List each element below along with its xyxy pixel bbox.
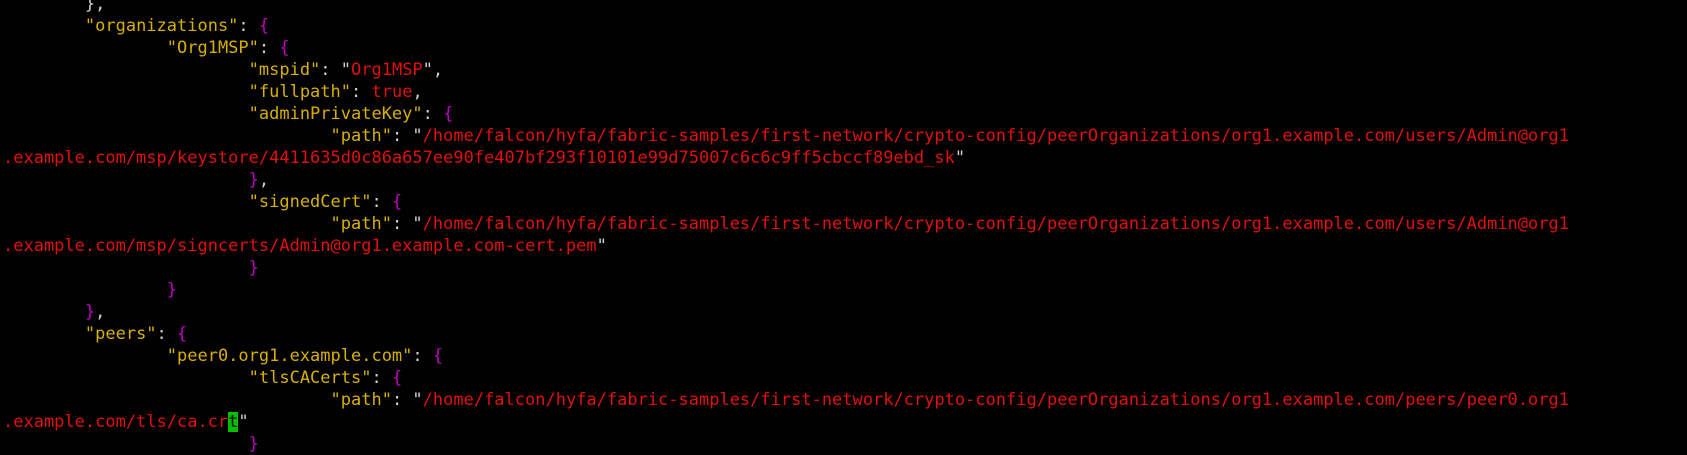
punctuation [3,346,167,366]
punctuation [3,170,249,190]
json-key: "organizations" [84,16,239,36]
json-key: "signedCert" [248,192,372,212]
string-value: /home/falcon/hyfa/fabric-samples/first-n… [422,126,1569,146]
punctuation [3,126,331,146]
punctuation: : " [320,60,352,80]
terminal-line: "path": "/home/falcon/hyfa/fabric-sample… [3,125,1687,147]
punctuation: : " [391,126,423,146]
terminal-line: } [3,279,1687,301]
text-cursor: t [228,412,239,432]
json-key: "path" [330,390,392,410]
punctuation: : [371,368,392,388]
punctuation: , [95,302,106,322]
brace: } [248,170,259,190]
json-key: "mspid" [248,60,321,80]
json-key: "Org1MSP" [166,38,259,58]
terminal-text-area[interactable]: }, "organizations": { "Org1MSP": { "mspi… [3,0,1687,455]
boolean-value: true [371,82,413,102]
punctuation [3,60,249,80]
punctuation [3,302,85,322]
terminal-line: } [3,257,1687,279]
terminal-line: "organizations": { [3,15,1687,37]
punctuation [3,324,85,344]
json-key: "peers" [84,324,157,344]
terminal-line: }, [3,0,1687,15]
terminal-line: "path": "/home/falcon/hyfa/fabric-sample… [3,389,1687,411]
terminal-line: }, [3,301,1687,323]
brace: } [84,302,96,322]
brace: { [177,324,188,344]
terminal-line: "adminPrivateKey": { [3,103,1687,125]
terminal-line: "peer0.org1.example.com": { [3,345,1687,367]
punctuation: : " [391,390,423,410]
terminal-line: .example.com/msp/keystore/4411635d0c86a6… [3,147,1687,169]
json-key: "peer0.org1.example.com" [166,346,413,366]
string-value: .example.com/tls/ca.cr [3,412,229,432]
punctuation: " [596,236,607,256]
terminal-line: }, [3,169,1687,191]
punctuation: : [238,16,259,36]
punctuation [3,16,85,36]
punctuation: : [412,346,433,366]
brace: { [432,346,444,366]
brace: { [443,104,454,124]
punctuation: , [412,82,423,102]
terminal-line: "fullpath": true, [3,81,1687,103]
string-value: Org1MSP [351,60,423,80]
punctuation: : [156,324,178,344]
string-value: /home/falcon/hyfa/fabric-samples/first-n… [422,390,1569,410]
json-key: "tlsCACerts" [248,368,372,388]
terminal-line: "mspid": "Org1MSP", [3,59,1687,81]
punctuation: ", [422,60,444,80]
string-value: .example.com/msp/keystore/4411635d0c86a6… [3,148,955,168]
punctuation [3,38,167,58]
punctuation [3,368,249,388]
punctuation [3,258,249,278]
punctuation: : [258,38,280,58]
punctuation: : " [391,214,423,234]
brace: { [391,368,403,388]
terminal-line: } [3,433,1687,455]
punctuation: " [238,412,249,432]
punctuation: , [258,170,270,190]
punctuation [3,280,167,300]
punctuation [3,434,249,454]
json-key: "adminPrivateKey" [248,104,423,124]
punctuation: : [422,104,444,124]
terminal-line: "tlsCACerts": { [3,367,1687,389]
brace: } [248,258,259,278]
terminal-line: "signedCert": { [3,191,1687,213]
punctuation [3,82,249,102]
punctuation: }, [84,0,106,14]
terminal-line: .example.com/tls/ca.crt" [3,411,1687,433]
punctuation: : [351,82,372,102]
terminal-line: .example.com/msp/signcerts/Admin@org1.ex… [3,235,1687,257]
punctuation [3,0,85,14]
string-value: /home/falcon/hyfa/fabric-samples/first-n… [422,214,1569,234]
json-key: "path" [330,214,392,234]
terminal-line: "peers": { [3,323,1687,345]
brace: { [279,38,290,58]
json-key: "fullpath" [248,82,351,102]
json-key: "path" [330,126,392,146]
brace: } [166,280,178,300]
brace: } [248,434,259,454]
terminal-line: "path": "/home/falcon/hyfa/fabric-sample… [3,213,1687,235]
brace: { [258,16,270,36]
punctuation: " [954,148,966,168]
punctuation [3,214,331,234]
brace: { [391,192,403,212]
punctuation [3,192,249,212]
punctuation [3,390,331,410]
terminal-line: "Org1MSP": { [3,37,1687,59]
string-value: .example.com/msp/signcerts/Admin@org1.ex… [3,236,597,256]
punctuation [3,104,249,124]
punctuation: : [371,192,392,212]
